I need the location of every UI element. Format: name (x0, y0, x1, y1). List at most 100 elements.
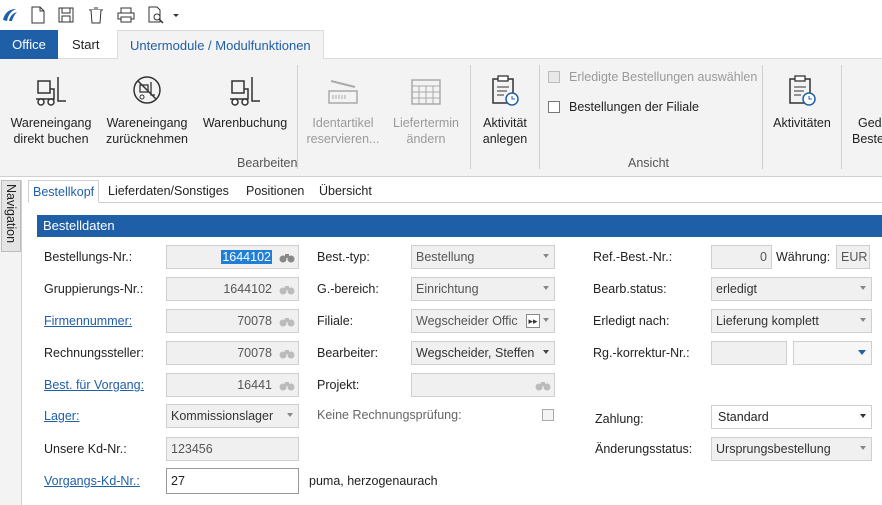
group-ansicht-label: Ansicht (628, 156, 669, 170)
ged-button[interactable]: Ged Beste (848, 67, 882, 147)
firmennr-value: 70078 (237, 314, 272, 328)
aenderung-value: Ursprungsbestellung (716, 442, 831, 456)
ribbon-separator (762, 65, 763, 169)
gruppnr-field[interactable]: 1644102 (166, 277, 299, 301)
ribbon-separator (539, 65, 540, 169)
firmennr-field[interactable]: 70078 (166, 309, 299, 333)
aktivitaeten-button[interactable]: Aktivitäten (768, 67, 836, 131)
rgkorr-dropdown[interactable] (793, 341, 872, 365)
chevron-down-icon (858, 350, 866, 355)
kdnr-field[interactable]: 123456 (166, 437, 299, 461)
besttyp-dropdown[interactable]: Bestellung (411, 245, 555, 269)
bestvorgang-link[interactable]: Best. für Vorgang: (44, 373, 144, 397)
rechnungssteller-field[interactable]: 70078 (166, 341, 299, 365)
vorgkdnr-link[interactable]: Vorgangs-Kd-Nr.: (44, 469, 140, 493)
filiale-dropdown[interactable]: Wegscheider Offic ▸▸ (411, 309, 555, 333)
tab-bestellkopf[interactable]: Bestellkopf (28, 180, 100, 203)
lager-dropdown[interactable]: Kommissionslager (166, 404, 299, 428)
bestellungen-filiale-checkbox[interactable]: Bestellungen der Filiale (548, 100, 699, 114)
filiale-value: Wegscheider Offic (416, 314, 518, 328)
waehrung-field[interactable]: EUR (836, 245, 870, 269)
ged-label-1: Ged (858, 116, 882, 130)
chevron-down-icon (543, 318, 549, 322)
ribbon: Wareneingang direkt buchen Wareneingang … (0, 59, 882, 177)
zahlung-dropdown[interactable]: Standard (711, 405, 872, 429)
print-preview-icon[interactable] (146, 5, 166, 25)
tab-office[interactable]: Office (0, 30, 58, 59)
wareneingang-direkt-buchen-button[interactable]: Wareneingang direkt buchen (6, 67, 96, 147)
aenderung-dropdown[interactable]: Ursprungsbestellung (711, 437, 872, 461)
bearbeiter-value: Wegscheider, Steffen (416, 346, 535, 360)
ribbon-tab-bar: Office Start Untermodule / Modulfunktion… (0, 30, 882, 60)
tab-uebersicht[interactable]: Übersicht (315, 180, 376, 203)
gbereich-dropdown[interactable]: Einrichtung (411, 277, 555, 301)
besttyp-value: Bestellung (416, 250, 475, 264)
waehrung-value: EUR (841, 250, 868, 264)
delete-icon[interactable] (86, 5, 106, 25)
projekt-field[interactable] (411, 373, 555, 397)
forklift-icon (36, 77, 66, 106)
customize-toolbar-icon[interactable] (170, 5, 182, 25)
vorgkdnr-input[interactable]: 27 (166, 468, 299, 494)
erledigte-bestellungen-checkbox[interactable]: Erledigte Bestellungen auswählen (548, 70, 757, 84)
tab-start[interactable]: Start (60, 30, 111, 59)
binoculars-icon (535, 382, 551, 391)
open-details-icon[interactable]: ▸▸ (526, 314, 540, 328)
warenbuchung-label: Warenbuchung (202, 116, 288, 130)
refbest-field[interactable]: 0 (711, 245, 772, 269)
chevron-down-icon (860, 318, 866, 322)
chevron-down-icon (543, 254, 549, 258)
keine-rp-label: Keine Rechnungsprüfung: (317, 408, 462, 422)
scanner-icon (328, 80, 358, 104)
waehrung-label: Währung: (776, 250, 831, 264)
wareneingang-zurueck-label-2: zurücknehmen (106, 132, 188, 146)
save-icon[interactable] (56, 5, 76, 25)
vorgkdnr-description: puma, herzogenaurach (309, 474, 438, 488)
new-document-icon[interactable] (28, 5, 48, 25)
binoculars-icon[interactable] (279, 250, 295, 264)
subtab-bar: Bestellkopf Lieferdaten/Sonstiges Positi… (28, 180, 882, 203)
chevron-down-icon (860, 414, 866, 418)
checkbox-box[interactable] (548, 101, 560, 113)
liefertermin-label-2: ändern (406, 132, 446, 146)
bestellungen-filiale-label: Bestellungen der Filiale (569, 100, 699, 114)
bestellnr-value: 1644102 (221, 250, 272, 264)
bestellnr-label: Bestellungs-Nr.: (44, 250, 133, 264)
gruppnr-value: 1644102 (223, 282, 272, 296)
quick-access-toolbar (0, 0, 882, 30)
liefertermin-aendern-button[interactable]: Liefertermin ändern (386, 67, 466, 147)
bestellnr-field[interactable]: 1644102 (166, 245, 299, 269)
navigation-label: Navigation (4, 184, 18, 244)
bearbeiter-dropdown[interactable]: Wegscheider, Steffen (411, 341, 555, 365)
ribbon-separator (841, 65, 842, 169)
keine-rp-checkbox[interactable] (542, 409, 554, 421)
aktivitaet-anlegen-button[interactable]: Aktivität anlegen (474, 67, 536, 147)
wareneingang-zuruecknehmen-button[interactable]: Wareneingang zurücknehmen (101, 67, 193, 147)
erledigt-dropdown[interactable]: Lieferung komplett (711, 309, 872, 333)
tab-lieferdaten[interactable]: Lieferdaten/Sonstiges (104, 180, 233, 203)
binoculars-icon (279, 382, 295, 391)
tab-positionen[interactable]: Positionen (242, 180, 308, 203)
identartikel-reservieren-button[interactable]: Identartikel reservieren... (304, 67, 382, 147)
navigation-tab[interactable]: Navigation (1, 180, 21, 252)
bearbeiter-label: Bearbeiter: (317, 346, 379, 360)
bestvorgang-field[interactable]: 16441 (166, 373, 299, 397)
ged-label-2: Beste (852, 132, 882, 146)
besttyp-label: Best.-typ: (317, 250, 370, 264)
group-bearbeiten-label: Bearbeiten (237, 156, 298, 170)
ribbon-separator (470, 65, 471, 169)
chevron-down-icon (287, 413, 293, 417)
lager-link[interactable]: Lager: (44, 404, 79, 428)
rgkorr-field[interactable] (711, 341, 787, 365)
firmennr-link[interactable]: Firmennummer: (44, 309, 132, 333)
wareneingang-zurueck-label-1: Wareneingang (106, 116, 188, 130)
bearbstatus-dropdown[interactable]: erledigt (711, 277, 872, 301)
print-icon[interactable] (116, 5, 136, 25)
projekt-label: Projekt: (317, 378, 360, 392)
erledigt-label: Erledigt nach: (593, 314, 670, 328)
aktivitaet-label-1: Aktivität (483, 116, 527, 130)
checkbox-box[interactable] (548, 71, 560, 83)
tab-untermodule[interactable]: Untermodule / Modulfunktionen (117, 30, 324, 60)
rechnungssteller-label: Rechnungssteller: (44, 346, 145, 360)
warenbuchung-button[interactable]: Warenbuchung (198, 67, 292, 131)
